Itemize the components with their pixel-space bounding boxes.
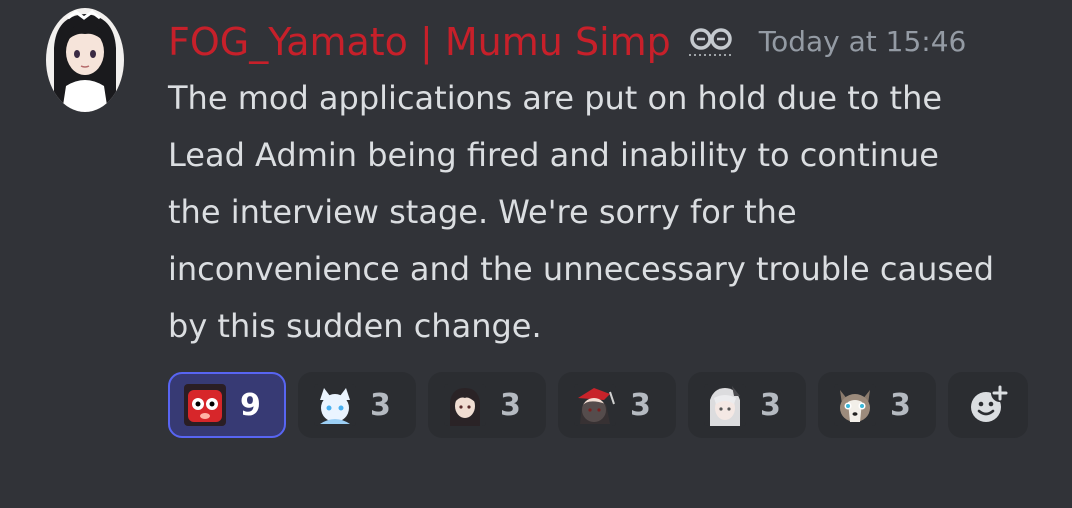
reactions-bar: 9 3 3 3 3 3 (168, 372, 1028, 438)
husky-dog-emoji-icon (834, 384, 876, 426)
reaction-count: 3 (500, 387, 521, 423)
message-line: by this sudden change. (168, 307, 542, 345)
add-reaction-icon (971, 384, 1009, 422)
white-haired-girl-emoji-icon (704, 384, 746, 426)
reaction-count: 3 (760, 387, 781, 423)
reaction-button[interactable]: 9 (168, 372, 286, 438)
message-line: inconvenience and the unnecessary troubl… (168, 250, 995, 288)
white-fox-girl-emoji-icon (314, 384, 356, 426)
add-reaction-button[interactable] (948, 372, 1028, 438)
anime-girl-avatar-icon (46, 8, 124, 112)
reaction-count: 3 (630, 387, 651, 423)
linked-roles-icon[interactable] (685, 25, 737, 59)
author-avatar[interactable] (46, 8, 124, 112)
chat-message: FOG_Yamato | Mumu Simp Today at 15:46 Th… (0, 0, 1072, 508)
reaction-button[interactable]: 3 (818, 372, 936, 438)
message-header: FOG_Yamato | Mumu Simp Today at 15:46 (168, 14, 966, 70)
red-shocked-face-emoji-icon (184, 384, 226, 426)
reaction-button[interactable]: 3 (688, 372, 806, 438)
red-hat-character-emoji-icon (574, 384, 616, 426)
author-name[interactable]: FOG_Yamato | Mumu Simp (168, 23, 671, 61)
message-timestamp[interactable]: Today at 15:46 (759, 28, 967, 56)
reaction-button[interactable]: 3 (428, 372, 546, 438)
message-line: the interview stage. We're sorry for the (168, 193, 797, 231)
reaction-button[interactable]: 3 (558, 372, 676, 438)
message-line: Lead Admin being fired and inability to … (168, 136, 939, 174)
reaction-count: 9 (240, 387, 261, 423)
reaction-count: 3 (370, 387, 391, 423)
dark-haired-girl-emoji-icon (444, 384, 486, 426)
reaction-button[interactable]: 3 (298, 372, 416, 438)
reaction-count: 3 (890, 387, 911, 423)
message-line: The mod applications are put on hold due… (168, 79, 943, 117)
message-content: The mod applications are put on hold due… (168, 70, 1058, 355)
